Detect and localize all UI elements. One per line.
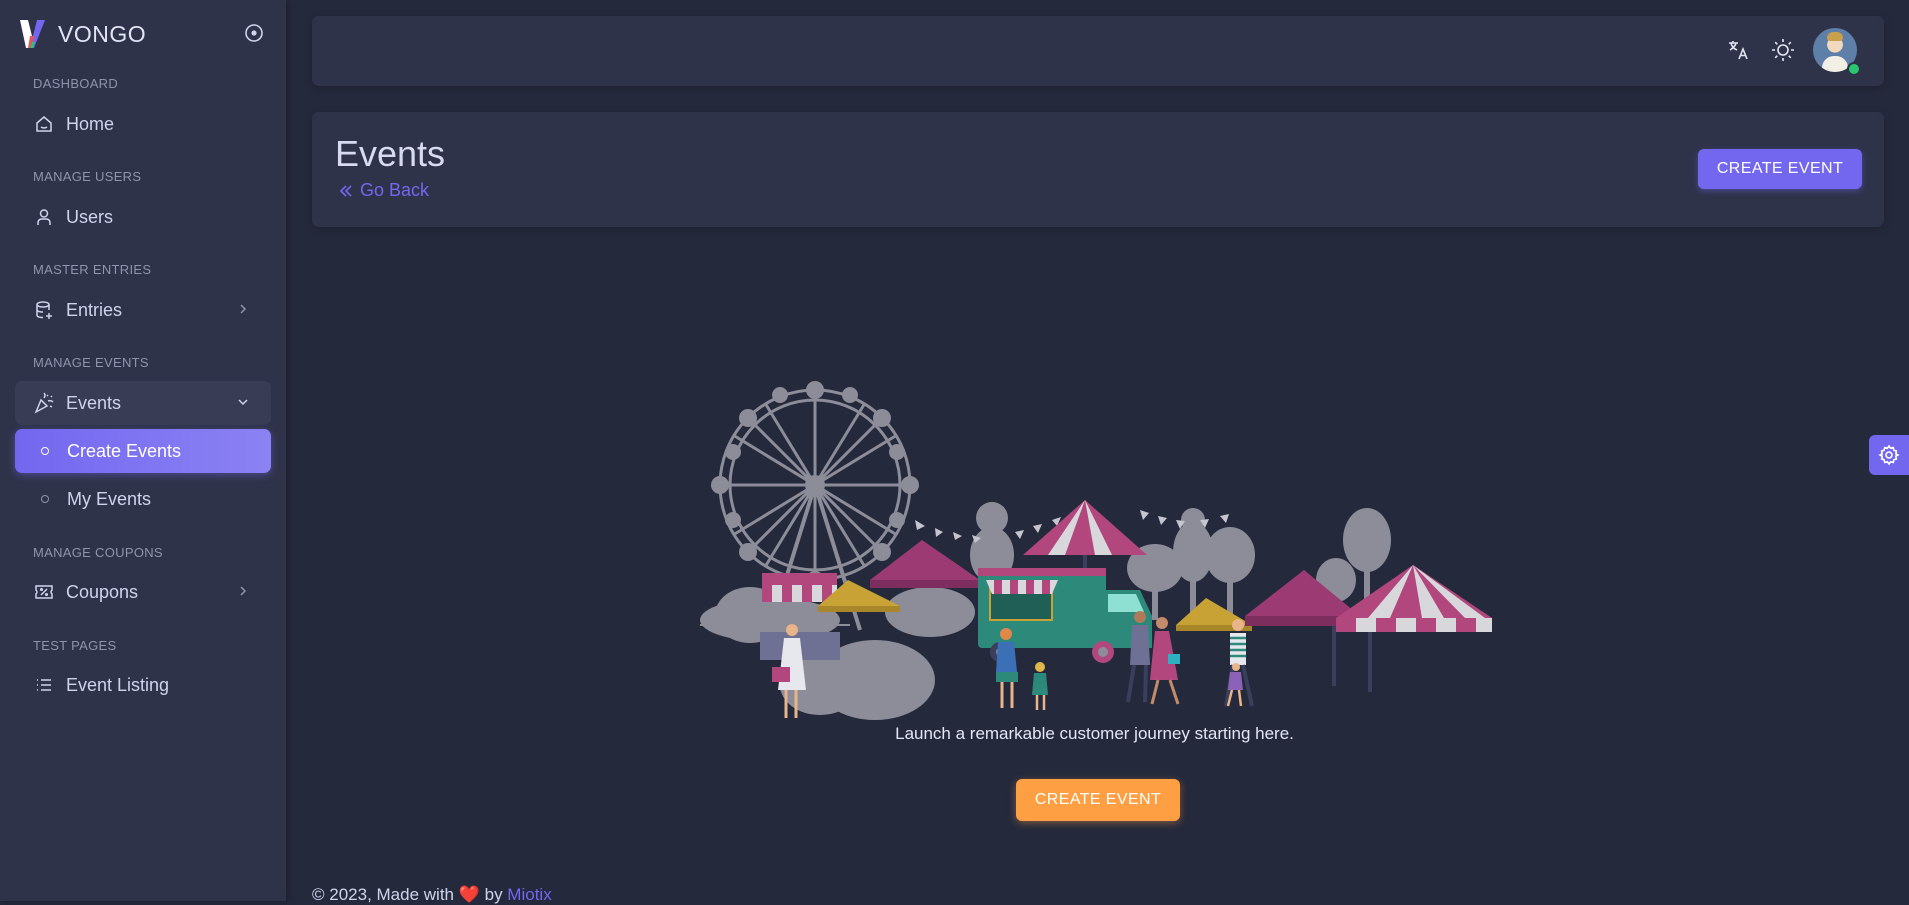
language-icon[interactable] (1726, 37, 1752, 63)
empty-state-message: Launch a remarkable customer journey sta… (895, 724, 1294, 743)
footer-company-link[interactable]: Miotix (507, 885, 551, 904)
sidebar-item-entries[interactable]: Entries (15, 288, 271, 332)
confetti-icon (33, 392, 55, 414)
circle-icon (41, 447, 49, 455)
go-back-label: Go Back (360, 180, 430, 200)
gear-icon (1878, 444, 1900, 466)
sidebar-item-my-events[interactable]: My Events (15, 477, 271, 521)
create-event-button[interactable]: CREATE EVENT (1698, 149, 1862, 189)
go-back-link[interactable]: Go Back (338, 180, 429, 201)
section-manage-events: MANAGE EVENTS (33, 355, 149, 370)
sidebar-item-create-events[interactable]: Create Events (15, 429, 271, 473)
sidebar-item-events[interactable]: Events (15, 381, 271, 425)
page-header-card: Events Go Back CREATE EVENT (312, 112, 1884, 227)
section-manage-users: MANAGE USERS (33, 169, 142, 184)
chevrons-left-icon (339, 184, 352, 197)
sun-icon[interactable] (1770, 37, 1796, 63)
database-plus-icon (33, 299, 55, 321)
footer-by: by (479, 885, 508, 904)
section-master-entries: MASTER ENTRIES (33, 262, 152, 277)
section-manage-coupons: MANAGE COUPONS (33, 545, 163, 560)
sidebar-item-label: Create Events (67, 440, 182, 461)
footer-prefix: © 2023, Made with (312, 885, 459, 904)
sidebar-item-home[interactable]: Home (15, 102, 271, 146)
chevron-right-icon (240, 586, 247, 596)
sidebar-item-users[interactable]: Users (15, 195, 271, 239)
sidebar-item-label: Event Listing (66, 674, 170, 695)
sidebar-collapse-icon[interactable] (244, 23, 264, 43)
sidebar-item-coupons[interactable]: Coupons (15, 570, 271, 614)
online-status-badge (1847, 62, 1861, 76)
page-title: Events (335, 133, 446, 174)
footer: © 2023, Made with ❤️ by Miotix (312, 885, 552, 905)
sidebar-item-label: Coupons (66, 581, 139, 602)
carnival-illustration (700, 381, 1492, 720)
brand[interactable]: VONGO (20, 14, 146, 54)
sidebar-item-label: Users (66, 206, 114, 227)
list-icon (33, 674, 55, 696)
top-navbar (312, 16, 1884, 86)
smart-home-icon (33, 113, 55, 135)
sidebar-item-label: Home (66, 113, 115, 134)
sidebar: VONGO DASHBOARD Home MANAGE USERS Users … (0, 0, 286, 901)
theme-customizer-toggle[interactable] (1869, 435, 1909, 475)
circle-icon (41, 495, 49, 503)
empty-create-event-button[interactable]: CREATE EVENT (1016, 779, 1180, 821)
section-dashboard: DASHBOARD (33, 76, 119, 91)
ticket-icon (33, 581, 55, 603)
sidebar-item-label: Entries (66, 299, 123, 320)
heart-icon: ❤️ (458, 885, 480, 904)
vongo-logo-icon (20, 20, 45, 48)
chevron-right-icon (240, 304, 247, 314)
sidebar-item-event-listing[interactable]: Event Listing (15, 663, 271, 707)
sidebar-item-label: My Events (67, 488, 152, 509)
chevron-down-icon (238, 399, 248, 406)
brand-name: VONGO (58, 20, 147, 47)
user-icon (33, 206, 55, 228)
sidebar-item-label: Events (66, 392, 122, 413)
section-test-pages: TEST PAGES (33, 638, 117, 653)
